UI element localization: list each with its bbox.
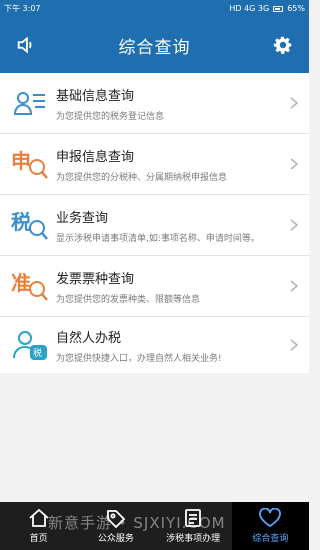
home-icon [29, 508, 49, 527]
svg-text:申: 申 [11, 149, 31, 173]
bottom-tab-bar: 首页 公众服务 涉税事项办理 综合查询 [0, 502, 309, 550]
status-bar: 下午 3:07 HD 4G 3G 65% [0, 0, 309, 17]
svg-text:税: 税 [33, 347, 42, 359]
tab-tax-matters[interactable]: 涉税事项办理 [155, 502, 232, 550]
item-subtitle: 为您提供快捷入口，办理自然人相关业务! [56, 353, 222, 364]
chevron-right-icon [290, 280, 299, 292]
tag-icon [106, 510, 126, 528]
page-title: 综合查询 [118, 37, 191, 58]
person-tax-icon: 税 [10, 325, 50, 365]
battery-icon [273, 5, 284, 12]
network-indicator: HD 4G 3G [229, 4, 270, 13]
battery-level: 65% [287, 4, 305, 13]
item-subtitle: 为您提供您的发票种类、限额等信息 [56, 294, 201, 305]
chevron-right-icon [290, 219, 299, 231]
gear-icon[interactable] [267, 29, 299, 61]
zhun-search-icon: 准 [10, 266, 50, 306]
tab-label: 综合查询 [252, 534, 289, 544]
status-time: 下午 3:07 [4, 4, 41, 13]
item-title: 业务查询 [56, 210, 109, 226]
tab-public-service[interactable]: 公众服务 [77, 502, 154, 550]
item-subtitle: 为您提供您的分税种、分属期纳税申报信息 [56, 172, 228, 183]
list-item-natural-person-tax[interactable]: 税 自然人办税 为您提供快捷入口，办理自然人相关业务! [0, 317, 309, 373]
item-title: 自然人办税 [56, 330, 122, 346]
query-list: 基础信息查询 为您提供您的税务登记信息 申 申报信息查询 为您提供您的分税种、分… [0, 73, 309, 373]
svg-text:准: 准 [11, 271, 31, 295]
app-header: 综合查询 [0, 17, 309, 73]
speaker-icon[interactable] [10, 29, 42, 61]
chevron-right-icon [290, 158, 299, 170]
shen-search-icon: 申 [10, 144, 50, 184]
item-subtitle: 为您提供您的税务登记信息 [56, 111, 165, 122]
tab-label: 公众服务 [97, 534, 134, 544]
chevron-right-icon [290, 97, 299, 109]
tab-home[interactable]: 首页 [0, 502, 77, 550]
list-item-invoice-type[interactable]: 准 发票票种查询 为您提供您的发票种类、限额等信息 [0, 256, 309, 317]
tab-comprehensive-query[interactable]: 综合查询 [231, 502, 309, 550]
chevron-right-icon [290, 339, 299, 351]
svg-text:税: 税 [11, 210, 31, 234]
shui-search-icon: 税 [10, 205, 50, 245]
tab-label: 涉税事项办理 [166, 534, 221, 544]
item-title: 发票票种查询 [56, 271, 135, 287]
item-title: 申报信息查询 [56, 149, 135, 165]
person-id-icon [10, 83, 50, 123]
list-item-basic-info[interactable]: 基础信息查询 为您提供您的税务登记信息 [0, 73, 309, 134]
item-subtitle: 显示涉税申请事项清单,如:事项名称、申请时间等。 [56, 233, 260, 244]
list-item-business-query[interactable]: 税 业务查询 显示涉税申请事项清单,如:事项名称、申请时间等。 [0, 195, 309, 256]
status-indicators: HD 4G 3G 65% [229, 4, 305, 13]
heart-icon [259, 508, 282, 528]
document-icon [185, 509, 202, 527]
item-title: 基础信息查询 [56, 88, 135, 104]
list-item-declaration-info[interactable]: 申 申报信息查询 为您提供您的分税种、分属期纳税申报信息 [0, 134, 309, 195]
tab-label: 首页 [29, 534, 48, 544]
